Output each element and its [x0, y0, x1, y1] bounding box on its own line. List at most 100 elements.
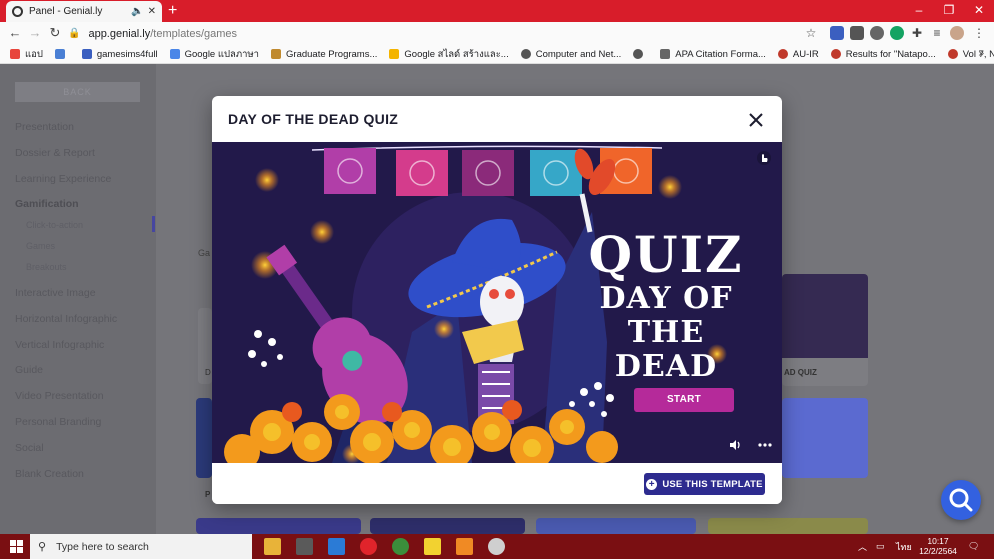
use-this-template-button[interactable]: + USE THIS TEMPLATE: [644, 473, 765, 495]
template-card[interactable]: [196, 398, 212, 478]
browser-menu-icon[interactable]: ⋮: [972, 26, 986, 40]
sidebar-subitem-breakouts[interactable]: Breakouts: [26, 262, 67, 272]
tab-title: Panel - Genial.ly: [29, 6, 103, 17]
genially-favicon-icon: [12, 6, 23, 17]
bookmarks-overflow-button[interactable]: »: [978, 48, 984, 59]
file-explorer-icon[interactable]: [264, 538, 281, 555]
google-translate-icon: [169, 49, 180, 59]
bookmark-item[interactable]: Vol 7, No 2 (2015): [947, 49, 994, 60]
sidebar-item-personal-branding[interactable]: Personal Branding: [15, 416, 101, 428]
sidebar-item-blank-creation[interactable]: Blank Creation: [15, 468, 84, 480]
opera-icon[interactable]: [360, 538, 377, 555]
sidebar-item-interactive-image[interactable]: Interactive Image: [15, 287, 96, 299]
sidebar-item-learning-experience[interactable]: Learning Experience: [15, 173, 111, 185]
bookmark-favicon-icon: [947, 49, 958, 59]
address-bar: ← → ↻ 🔒 app.genial.ly/templates/games ☆ …: [0, 22, 994, 45]
more-options-icon[interactable]: [758, 440, 772, 450]
search-fab-button[interactable]: [941, 480, 981, 520]
bookmark-item[interactable]: Google สไลด์ สร้างและ...: [389, 47, 509, 62]
sidebar-item-horizontal-infographic[interactable]: Horizontal Infographic: [15, 313, 117, 325]
app-icon[interactable]: [488, 538, 505, 555]
search-icon: ⚲: [38, 541, 47, 553]
bookmark-item[interactable]: [633, 49, 648, 59]
sticky-notes-icon[interactable]: [424, 538, 441, 555]
back-arrow-icon[interactable]: ←: [6, 24, 24, 42]
modal-title: DAY OF THE DEAD QUIZ: [228, 111, 399, 127]
browser-tab[interactable]: Panel - Genial.ly 🔈 ✕: [6, 1, 162, 22]
mail-icon[interactable]: [328, 538, 345, 555]
clock-date: 12/2/2564: [919, 546, 957, 556]
store-icon[interactable]: [296, 538, 313, 555]
new-tab-button[interactable]: +: [168, 2, 177, 20]
template-card[interactable]: [196, 518, 361, 534]
reload-icon[interactable]: ↻: [46, 24, 64, 42]
sidebar-subitem-games[interactable]: Games: [26, 241, 55, 251]
bookmark-star-icon[interactable]: ☆: [802, 24, 820, 42]
reading-list-icon[interactable]: ≡: [930, 26, 944, 40]
google-slides-icon: [389, 49, 400, 59]
minimize-button[interactable]: –: [904, 0, 934, 22]
forward-arrow-icon[interactable]: →: [26, 24, 44, 42]
bookmark-label: Results for "Natapo...: [845, 48, 936, 60]
bookmarks-bar: แอป gamesims4full Google แปลภาษา Graduat…: [0, 45, 994, 64]
use-template-label: USE THIS TEMPLATE: [662, 478, 763, 490]
sidebar-item-gamification[interactable]: Gamification: [15, 198, 79, 210]
apps-grid-icon: [10, 49, 20, 59]
sidebar-active-marker: [152, 216, 155, 232]
bookmark-item[interactable]: gamesims4full: [81, 49, 158, 60]
bookmark-favicon-icon: [271, 49, 282, 59]
windows-start-icon[interactable]: [10, 540, 23, 553]
notifications-icon[interactable]: 🗨: [968, 534, 979, 559]
globe-icon: [520, 49, 531, 59]
sidebar-item-social[interactable]: Social: [15, 442, 44, 454]
close-icon[interactable]: [748, 112, 764, 128]
chrome-icon[interactable]: [392, 538, 409, 555]
tab-audio-icon[interactable]: 🔈: [131, 6, 143, 17]
start-button[interactable]: START: [634, 388, 734, 412]
close-window-button[interactable]: ✕: [964, 0, 994, 22]
template-preview-modal: DAY OF THE DEAD QUIZ QUIZ DAY OF THE DEA…: [212, 96, 782, 504]
extension-icon[interactable]: [870, 26, 884, 40]
quiz-title-line1: QUIZ: [588, 225, 744, 284]
puzzle-extensions-icon[interactable]: ✚: [910, 26, 924, 40]
maximize-button[interactable]: ❐: [934, 0, 964, 22]
language-indicator[interactable]: ไทย: [896, 534, 912, 559]
template-card[interactable]: [370, 518, 525, 534]
sidebar-subitem-click-to-action[interactable]: Click-to-action: [26, 220, 83, 230]
tab-close-icon[interactable]: ✕: [148, 6, 156, 17]
bookmark-favicon-icon: [54, 49, 65, 59]
template-card[interactable]: [708, 518, 868, 534]
bookmark-item[interactable]: แอป: [10, 47, 43, 62]
sidebar-item-guide[interactable]: Guide: [15, 364, 43, 376]
sidebar-item-vertical-infographic[interactable]: Vertical Infographic: [15, 339, 104, 351]
back-button[interactable]: BACK: [15, 82, 140, 102]
extension-icon[interactable]: [850, 26, 864, 40]
bookmark-item[interactable]: [54, 49, 70, 59]
app-icon[interactable]: [456, 538, 473, 555]
profile-avatar[interactable]: [950, 26, 964, 40]
sidebar-item-dossier-report[interactable]: Dossier & Report: [15, 147, 95, 159]
bookmark-favicon-icon: [81, 49, 92, 59]
bookmark-label: Google สไลด์ สร้างและ...: [404, 48, 509, 60]
system-clock[interactable]: 10:17 12/2/2564: [916, 536, 960, 556]
bookmark-item[interactable]: AU-IR: [777, 49, 819, 60]
template-card[interactable]: [536, 518, 696, 534]
template-card[interactable]: [782, 398, 868, 478]
bookmark-item[interactable]: Computer and Net...: [520, 49, 621, 60]
grammarly-icon[interactable]: [890, 26, 904, 40]
url-input[interactable]: 🔒 app.genial.ly/templates/games: [68, 24, 828, 43]
bookmark-item[interactable]: APA Citation Forma...: [660, 49, 766, 60]
bookmark-item[interactable]: Graduate Programs...: [271, 49, 377, 60]
template-card-label: P: [205, 490, 211, 499]
sidebar-item-video-presentation[interactable]: Video Presentation: [15, 390, 104, 402]
extension-icon[interactable]: [830, 26, 844, 40]
taskbar-search-input[interactable]: ⚲ Type here to search: [30, 534, 252, 559]
bookmark-favicon-icon: [777, 49, 788, 59]
bookmark-item[interactable]: Results for "Natapo...: [830, 48, 936, 60]
bookmark-label: Graduate Programs...: [286, 48, 378, 60]
sidebar-item-presentation[interactable]: Presentation: [15, 121, 74, 133]
battery-icon[interactable]: ▭: [876, 534, 885, 559]
tray-overflow-icon[interactable]: ︿: [858, 534, 867, 559]
volume-icon[interactable]: [728, 438, 742, 452]
bookmark-item[interactable]: Google แปลภาษา: [169, 47, 259, 62]
